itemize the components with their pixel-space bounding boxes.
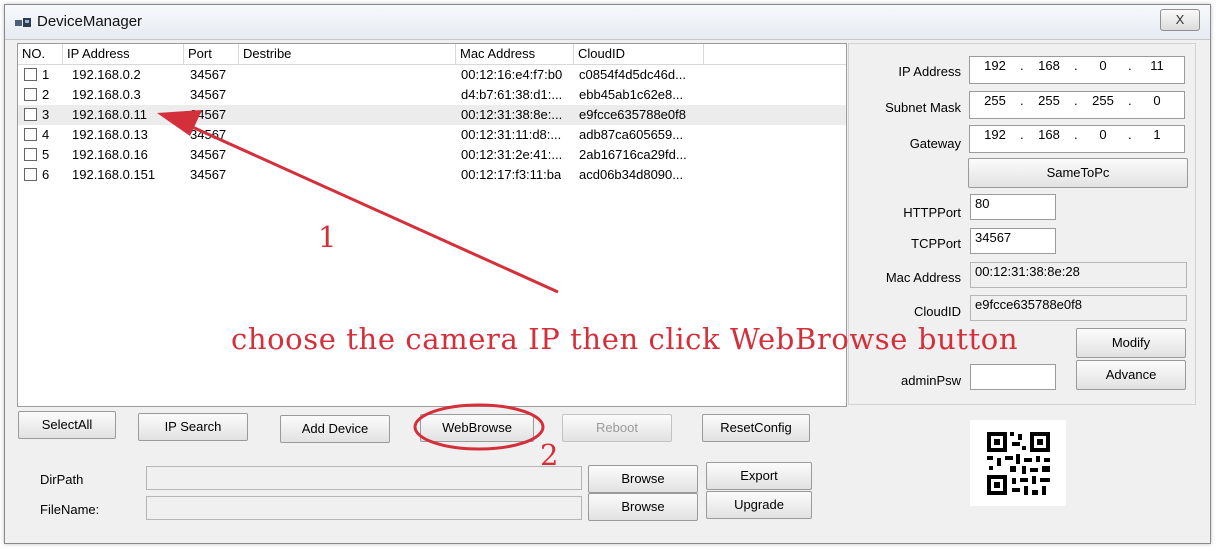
annotation-arrow-line [189, 124, 559, 294]
step-2-label: 2 [540, 438, 559, 472]
annotation-layer [157, 110, 559, 451]
instruction-text: choose the camera IP then click WebBrows… [231, 322, 1019, 356]
step-1-label: 1 [318, 220, 337, 254]
annotation-arrow-head [157, 110, 202, 136]
annotation-circle [413, 403, 545, 451]
